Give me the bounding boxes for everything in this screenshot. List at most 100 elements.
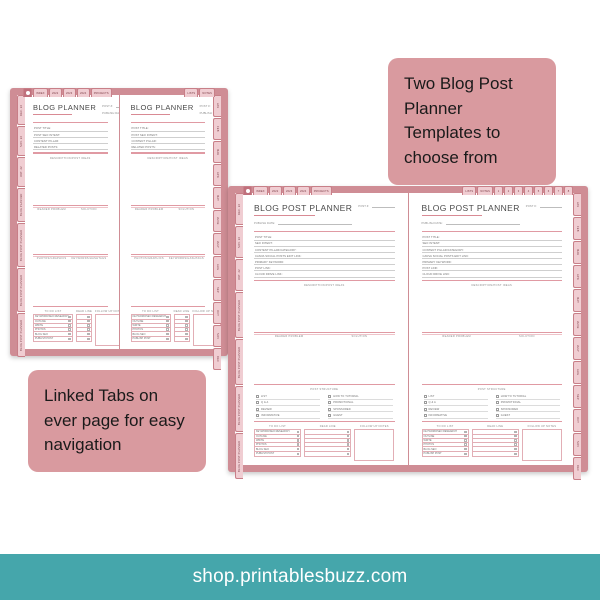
deadline-checkbox[interactable]: [87, 315, 91, 319]
side-tab-oct[interactable]: OCT: [573, 409, 581, 432]
checkbox-icon[interactable]: [423, 407, 427, 411]
deadline-checkbox[interactable]: [87, 328, 91, 332]
side-tab-nov[interactable]: NOV: [213, 325, 221, 347]
checkbox-icon[interactable]: [495, 407, 499, 411]
publish-date-input[interactable]: [445, 221, 520, 225]
tab-index[interactable]: INDEX: [253, 186, 268, 195]
field-cloud-drive-link[interactable]: CLOUD DRIVE LINK:: [254, 271, 395, 278]
side-tab-dec[interactable]: DEC: [213, 348, 221, 370]
description-area[interactable]: [422, 289, 563, 333]
followup-notes-area[interactable]: [354, 429, 395, 461]
todo-checkbox[interactable]: [68, 315, 72, 319]
side-tab-july[interactable]: JULY: [213, 233, 221, 255]
tab-2024[interactable]: 2024: [76, 88, 90, 97]
deadline-checkbox[interactable]: [184, 328, 188, 332]
side-tab-aug[interactable]: AUG: [573, 361, 581, 384]
tab-7[interactable]: 7: [554, 186, 563, 195]
side-tab-may[interactable]: MAY: [213, 187, 221, 209]
checkbox-icon[interactable]: [328, 407, 332, 411]
deadline-checkbox[interactable]: [87, 332, 91, 336]
todo-checkbox[interactable]: [165, 324, 169, 327]
tab-projects[interactable]: PROJECTS: [310, 186, 332, 195]
checkbox-icon[interactable]: [423, 413, 427, 417]
side-tab-blog-planner[interactable]: BLOG PLANNER: [17, 188, 25, 222]
tab-lists[interactable]: LISTS: [462, 186, 477, 195]
todo-checkbox[interactable]: [296, 434, 300, 438]
checkbox-guest[interactable]: GUEST: [328, 412, 393, 419]
deadline-checkbox[interactable]: [514, 430, 517, 434]
tab-1[interactable]: 1: [494, 186, 503, 195]
mid-area[interactable]: [422, 338, 563, 382]
deadline-checkbox[interactable]: [514, 434, 517, 438]
checkbox-icon[interactable]: [256, 413, 259, 417]
deadline-checkbox[interactable]: [87, 324, 91, 327]
post-number-input[interactable]: [116, 104, 119, 108]
side-tab-nov22[interactable]: NOV. 22: [17, 126, 25, 156]
field-related-posts[interactable]: RELATED POSTS:: [130, 144, 205, 151]
todo-checkbox[interactable]: [296, 443, 300, 447]
table-row[interactable]: [175, 337, 189, 341]
todo-checkbox[interactable]: [296, 447, 300, 451]
side-tab-okt22[interactable]: OKT. 22: [17, 157, 25, 187]
low-area[interactable]: [131, 260, 206, 304]
tab-2[interactable]: 2: [504, 186, 513, 195]
tab-2022[interactable]: 2022: [48, 88, 62, 97]
deadline-checkbox[interactable]: [514, 452, 517, 456]
tab-lists[interactable]: LISTS: [184, 88, 199, 97]
side-tab-apr[interactable]: APR: [213, 164, 221, 186]
followup-notes-area[interactable]: [521, 429, 562, 461]
deadline-checkbox[interactable]: [87, 319, 91, 323]
todo-checkbox[interactable]: [165, 315, 169, 319]
side-tab-feb[interactable]: FEB: [573, 217, 581, 240]
checkbox-icon[interactable]: [423, 401, 427, 405]
todo-checkbox[interactable]: [165, 319, 169, 323]
tab-notes[interactable]: NOTES: [477, 186, 493, 195]
deadline-checkbox[interactable]: [184, 337, 188, 341]
tab-5[interactable]: 5: [534, 186, 543, 195]
todo-checkbox[interactable]: [68, 328, 72, 332]
home-icon[interactable]: [23, 88, 32, 97]
side-tab-june[interactable]: JUNE: [573, 313, 581, 336]
checkbox-icon[interactable]: [495, 401, 499, 405]
side-tab-apr[interactable]: APR: [573, 265, 581, 288]
side-tab-jan[interactable]: JAN: [573, 193, 581, 216]
side-tab-july[interactable]: JULY: [573, 337, 581, 360]
side-tab-aug[interactable]: AUG: [213, 256, 221, 278]
todo-checkbox[interactable]: [464, 439, 467, 442]
side-tab-nov22[interactable]: NOV. 22: [235, 226, 243, 258]
checkbox-icon[interactable]: [328, 401, 332, 405]
low-area[interactable]: [33, 260, 108, 304]
tab-4[interactable]: 4: [524, 186, 533, 195]
description-area[interactable]: [254, 289, 395, 333]
todo-checkbox[interactable]: [68, 332, 72, 336]
field-related-posts[interactable]: RELATED POSTS:: [33, 144, 108, 151]
deadline-checkbox[interactable]: [346, 434, 350, 438]
side-tab-blog-post-planner-2[interactable]: BLOG POST PLANNER: [17, 313, 25, 357]
side-tab-blog-post-planner[interactable]: BLOG POST PLANNER: [17, 268, 25, 312]
side-tab-blog-post-planner[interactable]: BLOG POST PLANNER: [235, 292, 243, 338]
todo-checkbox[interactable]: [464, 447, 467, 451]
deadline-checkbox[interactable]: [184, 315, 188, 319]
deadline-checkbox[interactable]: [346, 439, 350, 442]
side-tab-sep[interactable]: SEP: [573, 385, 581, 408]
deadline-checkbox[interactable]: [184, 319, 188, 323]
tab-2022[interactable]: 2022: [268, 186, 282, 195]
deadline-checkbox[interactable]: [346, 452, 350, 456]
side-tab-post-planner[interactable]: BLOG POST PLANNER: [17, 223, 25, 267]
shop-url[interactable]: shop.printablesbuzz.com: [193, 566, 408, 588]
tab-index[interactable]: INDEX: [33, 88, 48, 97]
deadline-checkbox[interactable]: [346, 447, 350, 451]
publish-date-input[interactable]: [278, 221, 353, 225]
todo-checkbox[interactable]: [296, 430, 300, 434]
checkbox-icon[interactable]: [495, 413, 499, 417]
todo-checkbox[interactable]: [464, 430, 467, 434]
table-row[interactable]: PUBLISH POST: [423, 452, 468, 456]
table-row[interactable]: [473, 452, 518, 456]
todo-checkbox[interactable]: [68, 337, 72, 341]
side-tab-mar[interactable]: MAR: [213, 141, 221, 163]
deadline-checkbox[interactable]: [514, 447, 517, 451]
todo-checkbox[interactable]: [464, 434, 467, 438]
side-tab-feb[interactable]: FEB: [213, 118, 221, 140]
mid-area[interactable]: [131, 211, 206, 255]
todo-checkbox[interactable]: [296, 439, 300, 442]
